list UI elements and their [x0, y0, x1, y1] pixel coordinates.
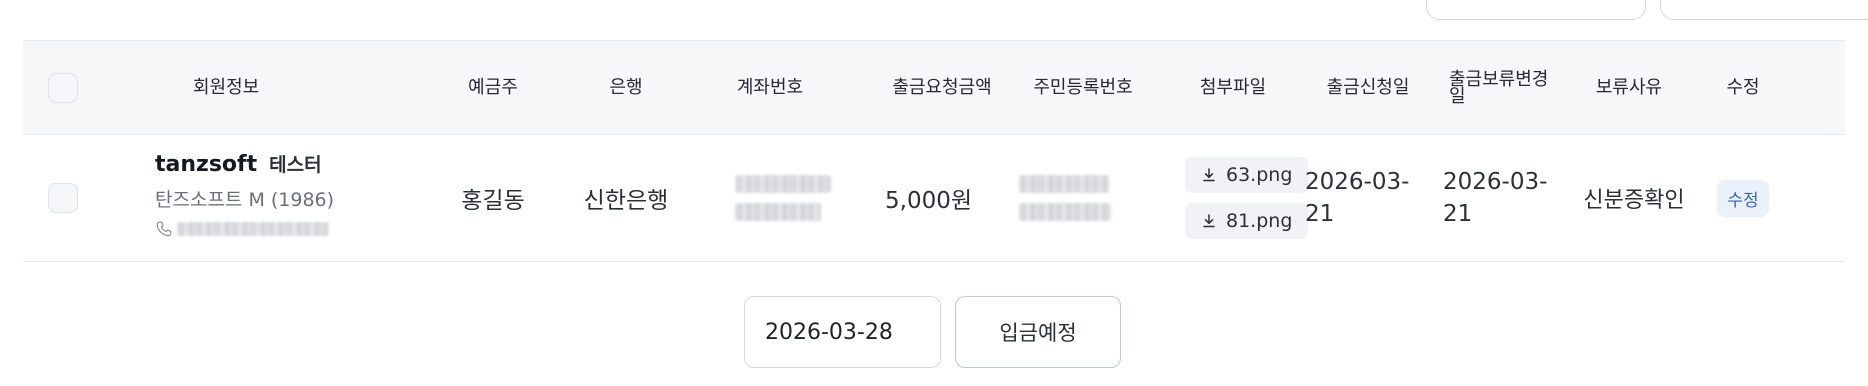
table-header: 회원정보 예금주 은행 계좌번호 출금요청금액 주민등록번호 첨부파일 출금신청…: [23, 41, 1845, 135]
header-edit: 수정: [1726, 77, 1760, 98]
header-attachments: 첨부파일: [1199, 77, 1267, 98]
withdrawal-amount: 5,000원: [885, 188, 973, 214]
member-info-cell: tanzsoft 테스터 탄즈소프트 M (1986): [155, 150, 405, 241]
select-all-checkbox[interactable]: [48, 72, 78, 103]
bank-name: 신한은행: [583, 188, 669, 214]
hold-reason: 신분증확인: [1583, 188, 1685, 213]
masked-account-number: [735, 175, 831, 221]
account-holder: 홍길동: [461, 188, 525, 214]
attachment-list: 63.png 81.png: [1185, 157, 1309, 239]
header-amount: 출금요청금액: [892, 77, 992, 98]
deposit-date-input[interactable]: 2026-03-28: [744, 296, 941, 368]
withdrawal-hold-table: 회원정보 예금주 은행 계좌번호 출금요청금액 주민등록번호 첨부파일 출금신청…: [23, 40, 1845, 262]
header-request-date: 출금신청일: [1326, 77, 1410, 98]
hold-change-date: 2026-03-21: [1443, 169, 1548, 227]
member-nickname: 테스터: [269, 154, 322, 176]
masked-phone-number: [177, 222, 329, 236]
deposit-scheduled-button[interactable]: 입금예정: [955, 296, 1121, 368]
header-member-info: 회원정보: [193, 77, 260, 98]
attachment-filename: 81.png: [1226, 210, 1293, 232]
toolbar-button-right[interactable]: [1660, 0, 1868, 20]
deposit-schedule-controls: 2026-03-28 입금예정: [744, 296, 1121, 368]
download-icon: [1203, 168, 1215, 182]
download-icon: [1203, 214, 1215, 228]
masked-resident-number: [1019, 175, 1111, 221]
row-select-checkbox[interactable]: [48, 183, 78, 213]
member-detail: 탄즈소프트 M (1986): [155, 189, 335, 211]
header-hold-change-date: 출금보류변경일: [1449, 68, 1549, 107]
toolbar-button-left[interactable]: [1426, 0, 1646, 20]
header-hold-reason: 보류사유: [1595, 77, 1663, 98]
member-phone: [155, 217, 405, 241]
phone-icon: [156, 221, 172, 237]
header-resident-no: 주민등록번호: [1033, 77, 1133, 98]
attachment-filename: 63.png: [1226, 164, 1293, 186]
request-date: 2026-03-21: [1305, 169, 1410, 227]
member-id[interactable]: tanzsoft: [155, 152, 257, 177]
header-bank: 은행: [609, 77, 643, 98]
header-account-no: 계좌번호: [736, 77, 804, 98]
attachment-file[interactable]: 63.png: [1185, 157, 1309, 193]
header-holder: 예금주: [468, 77, 518, 98]
table-row: tanzsoft 테스터 탄즈소프트 M (1986) 홍길동 신한은행 5,0…: [23, 135, 1845, 262]
edit-button[interactable]: 수정: [1717, 179, 1769, 217]
attachment-file[interactable]: 81.png: [1185, 203, 1309, 239]
